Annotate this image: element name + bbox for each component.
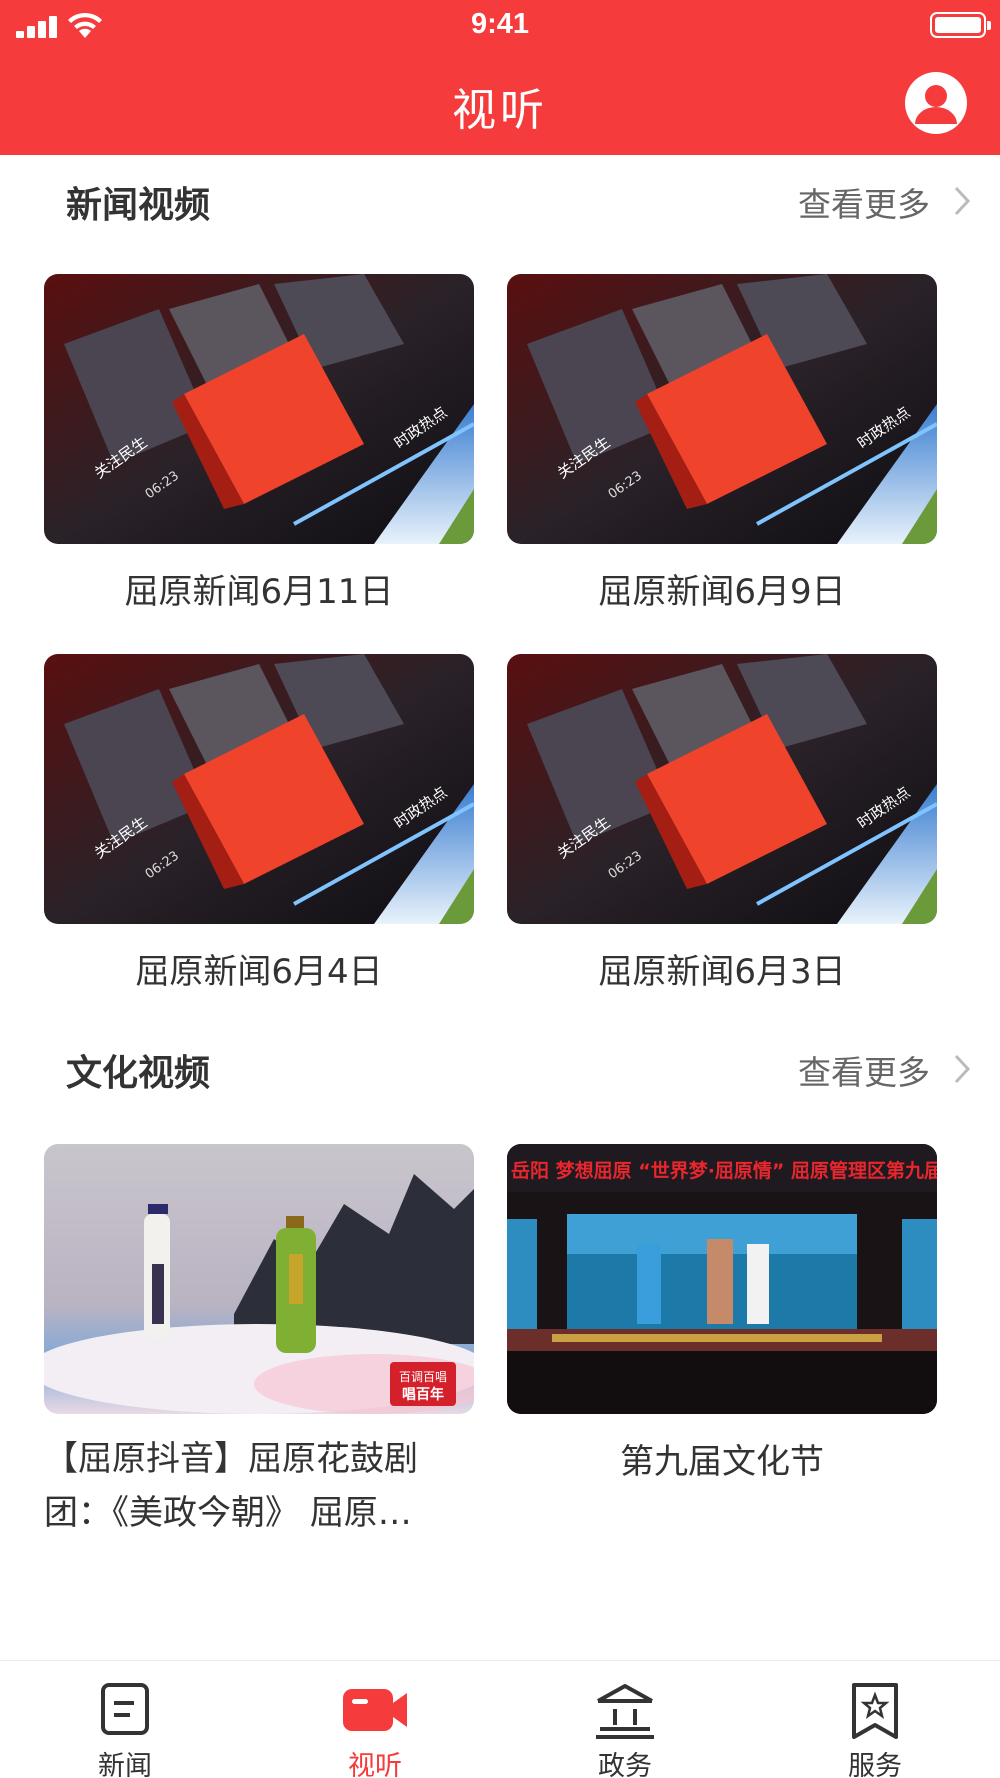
video-thumbnail[interactable]: 关注民生 06:23 时政热点: [44, 654, 474, 924]
person-icon: [915, 85, 957, 124]
tab-label: 政务: [598, 1751, 652, 1778]
view-more-link[interactable]: 查看更多: [798, 178, 930, 226]
badge-text: 唱百年: [402, 1386, 444, 1403]
banner-text: 岳阳 梦想屈原 “世界梦·屈原情” 屈原管理区第九届文: [511, 1159, 937, 1182]
video-caption[interactable]: 屈原新闻6月11日: [44, 564, 474, 613]
video-caption[interactable]: 屈原新闻6月9日: [507, 564, 937, 613]
video-thumbnail[interactable]: 百调百唱 唱百年: [44, 1144, 474, 1414]
caption-line: 【屈原抖音】屈原花鼓剧: [44, 1439, 418, 1479]
status-time: 9:41: [470, 8, 530, 40]
tab-label: 新闻: [98, 1751, 152, 1778]
video-thumbnail[interactable]: 关注民生 06:23 时政热点: [507, 274, 937, 544]
badge-text: 百调百唱: [399, 1370, 447, 1384]
page-title: 视听: [452, 85, 548, 136]
section-title: 文化视频: [66, 1053, 211, 1094]
section-title: 新闻视频: [66, 185, 211, 226]
tab-government[interactable]: 政务: [500, 1661, 750, 1778]
view-more-link[interactable]: 查看更多: [798, 1046, 930, 1094]
tab-video[interactable]: 视听: [250, 1661, 500, 1778]
tab-label: 视听: [348, 1751, 402, 1778]
government-building-icon: [596, 1684, 654, 1739]
culture-video-section-header: 文化视频 查看更多: [0, 1036, 1000, 1096]
video-caption[interactable]: 屈原新闻6月3日: [507, 944, 937, 993]
video-caption[interactable]: 【屈原抖音】屈原花鼓剧 团：《美政今朝》 屈原…: [44, 1432, 474, 1540]
caption-line: 团：《美政今朝》 屈原…: [44, 1493, 412, 1533]
chevron-right-icon[interactable]: [950, 184, 974, 218]
news-video-section-header: 新闻视频 查看更多: [0, 168, 1000, 228]
service-bookmark-icon: [852, 1683, 898, 1739]
news-icon: [101, 1683, 149, 1735]
bottom-tab-bar: 新闻 视听 政务 服务: [0, 1660, 1000, 1778]
chevron-right-icon[interactable]: [950, 1052, 974, 1086]
tab-news[interactable]: 新闻: [0, 1661, 250, 1778]
status-bar: 9:41: [0, 0, 1000, 50]
user-avatar-icon[interactable]: [905, 72, 967, 134]
tab-service[interactable]: 服务: [750, 1661, 1000, 1778]
battery-icon: [930, 12, 991, 38]
app-header: 9:41 视听: [0, 0, 1000, 155]
video-caption[interactable]: 屈原新闻6月4日: [44, 944, 474, 993]
video-camera-icon: [343, 1689, 407, 1731]
video-thumbnail[interactable]: 关注民生 06:23 时政热点: [507, 654, 937, 924]
video-thumbnail[interactable]: 岳阳 梦想屈原 “世界梦·屈原情” 屈原管理区第九届文: [507, 1144, 937, 1414]
tab-label: 服务: [848, 1751, 902, 1778]
video-caption[interactable]: 第九届文化节: [507, 1434, 937, 1483]
video-thumbnail[interactable]: 关注民生 06:23 时政热点: [44, 274, 474, 544]
